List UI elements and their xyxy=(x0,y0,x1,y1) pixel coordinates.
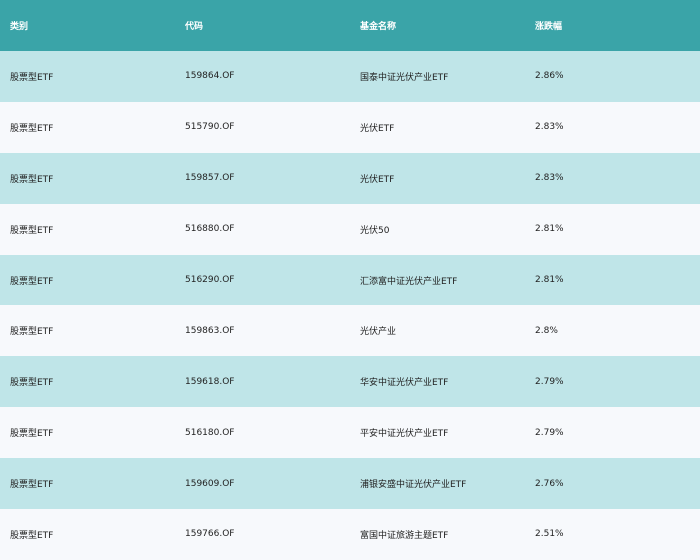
cell-code: 159766.OF xyxy=(185,529,235,540)
cell-category: 股票型ETF xyxy=(10,429,54,440)
cell-code: 159618.OF xyxy=(185,376,235,387)
column-header-fund-name[interactable]: 基金名称 xyxy=(350,19,525,32)
table-row[interactable]: 股票型ETF 159857.OF 光伏ETF 2.83% xyxy=(0,152,700,204)
cell-change: 2.83% xyxy=(535,173,564,184)
cell-fund-name: 光伏ETF xyxy=(360,174,395,185)
cell-code: 159857.OF xyxy=(185,173,235,184)
table-row[interactable]: 股票型ETF 159766.OF 富国中证旅游主题ETF 2.51% xyxy=(0,509,700,560)
cell-code: 159609.OF xyxy=(185,478,235,489)
fund-table: 类别 代码 基金名称 涨跌幅 股票型ETF 159864.OF 国泰中证光伏产业… xyxy=(0,0,700,560)
cell-change: 2.51% xyxy=(535,529,564,540)
column-header-category[interactable]: 类别 xyxy=(0,19,175,32)
cell-category: 股票型ETF xyxy=(10,530,54,541)
cell-change: 2.83% xyxy=(535,122,564,133)
cell-fund-name: 光伏ETF xyxy=(360,123,395,134)
cell-fund-name: 平安中证光伏产业ETF xyxy=(360,429,449,440)
cell-category: 股票型ETF xyxy=(10,480,54,491)
cell-change: 2.76% xyxy=(535,478,564,489)
cell-fund-name: 国泰中证光伏产业ETF xyxy=(360,72,449,83)
cell-code: 516290.OF xyxy=(185,275,235,285)
cell-change: 2.79% xyxy=(535,427,564,438)
cell-fund-name: 富国中证旅游主题ETF xyxy=(360,530,449,541)
cell-code: 516880.OF xyxy=(185,224,235,235)
cell-fund-name: 汇添富中证光伏产业ETF xyxy=(360,276,458,287)
cell-fund-name: 浦银安盛中证光伏产业ETF xyxy=(360,480,467,491)
column-header-code[interactable]: 代码 xyxy=(175,19,350,32)
cell-fund-name: 华安中证光伏产业ETF xyxy=(360,378,449,389)
table-row[interactable]: 股票型ETF 516180.OF 平安中证光伏产业ETF 2.79% xyxy=(0,407,700,459)
table-row[interactable]: 股票型ETF 516290.OF 汇添富中证光伏产业ETF 2.81% xyxy=(0,254,700,306)
cell-category: 股票型ETF xyxy=(10,276,54,287)
table-row[interactable]: 股票型ETF 515790.OF 光伏ETF 2.83% xyxy=(0,101,700,153)
cell-change: 2.81% xyxy=(535,275,564,285)
cell-category: 股票型ETF xyxy=(10,225,54,236)
cell-code: 515790.OF xyxy=(185,122,235,133)
cell-change: 2.81% xyxy=(535,224,564,235)
cell-fund-name: 光伏产业 xyxy=(360,327,397,338)
cell-change: 2.86% xyxy=(535,71,564,82)
cell-change: 2.79% xyxy=(535,376,564,387)
cell-category: 股票型ETF xyxy=(10,378,54,389)
table-row[interactable]: 股票型ETF 516880.OF 光伏50 2.81% xyxy=(0,203,700,255)
column-header-change[interactable]: 涨跌幅 xyxy=(525,19,700,32)
cell-category: 股票型ETF xyxy=(10,72,54,83)
table-row[interactable]: 股票型ETF 159618.OF 华安中证光伏产业ETF 2.79% xyxy=(0,356,700,408)
cell-change: 2.8% xyxy=(535,325,558,336)
cell-code: 159863.OF xyxy=(185,325,235,336)
cell-category: 股票型ETF xyxy=(10,174,54,185)
table-row[interactable]: 股票型ETF 159863.OF 光伏产业 2.8% xyxy=(0,305,700,357)
cell-code: 159864.OF xyxy=(185,71,235,82)
table-header-row: 类别 代码 基金名称 涨跌幅 xyxy=(0,0,700,51)
table-row[interactable]: 股票型ETF 159864.OF 国泰中证光伏产业ETF 2.86% xyxy=(0,51,700,102)
cell-category: 股票型ETF xyxy=(10,123,54,134)
cell-category: 股票型ETF xyxy=(10,327,54,338)
table-row[interactable]: 股票型ETF 159609.OF 浦银安盛中证光伏产业ETF 2.76% xyxy=(0,458,700,510)
cell-code: 516180.OF xyxy=(185,427,235,438)
cell-fund-name: 光伏50 xyxy=(360,225,390,236)
